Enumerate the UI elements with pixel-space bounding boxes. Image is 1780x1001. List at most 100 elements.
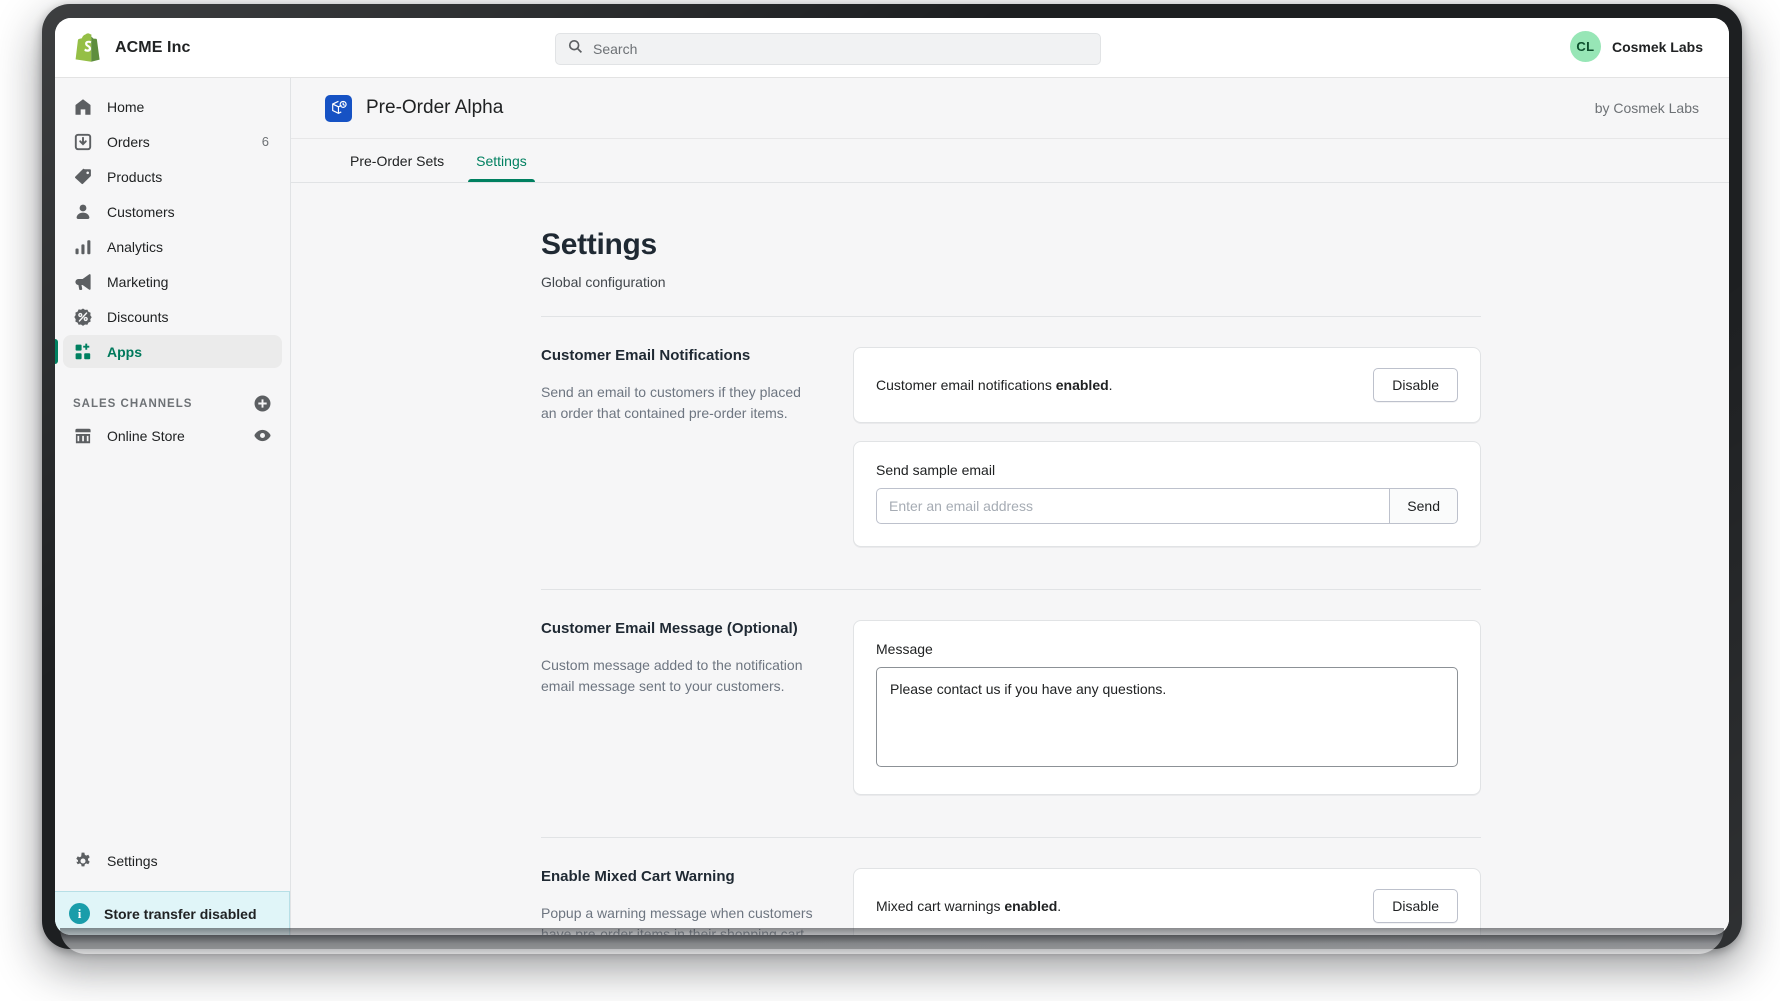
sidebar-item-online-store[interactable]: Online Store xyxy=(63,419,282,452)
view-eye-icon[interactable] xyxy=(253,426,272,445)
app-identity: Pre-Order Alpha xyxy=(325,94,504,122)
sales-channels-title: SALES CHANNELS xyxy=(73,397,193,410)
avatar: CL xyxy=(1569,31,1601,62)
sidebar-item-label: Home xyxy=(107,98,145,115)
sidebar-item-apps[interactable]: Apps xyxy=(55,335,282,368)
analytics-bars-icon xyxy=(73,237,93,257)
user-menu[interactable]: CL Cosmek Labs xyxy=(1569,31,1703,62)
page-title: Settings xyxy=(541,228,657,261)
sales-channels-header: SALES CHANNELS xyxy=(55,370,290,419)
app-tabs: Pre-Order Sets Settings xyxy=(291,139,1729,183)
device-base-shadow xyxy=(60,928,1724,954)
setting-heading: Customer Email Notifications xyxy=(541,347,751,364)
sidebar-item-label: Customers xyxy=(107,203,175,220)
tab-settings[interactable]: Settings xyxy=(460,139,543,182)
settings-label: Settings xyxy=(107,852,158,869)
status-prefix: Mixed cart warnings xyxy=(876,898,1005,914)
sidebar-item-discounts[interactable]: Discounts xyxy=(63,300,282,333)
shopify-bag-icon xyxy=(75,33,101,62)
mixed-cart-status-card: Mixed cart warnings enabled. Disable xyxy=(853,868,1481,935)
message-textarea[interactable]: Please contact us if you have any questi… xyxy=(876,667,1458,767)
discount-percent-icon xyxy=(73,307,93,327)
search-icon xyxy=(568,39,583,59)
setting-heading: Enable Mixed Cart Warning xyxy=(541,868,735,885)
sidebar-item-settings[interactable]: Settings xyxy=(63,844,282,877)
store-transfer-text: Store transfer disabled xyxy=(104,905,257,922)
app-scroll-body: Settings Global configuration Customer E… xyxy=(291,184,1729,935)
sidebar-item-label: Discounts xyxy=(107,308,169,325)
sample-email-input[interactable] xyxy=(876,488,1390,524)
orders-count-badge: 6 xyxy=(261,134,269,149)
screen: ACME Inc Search CL Cosmek Labs Home Orde… xyxy=(55,18,1729,935)
apps-grid-plus-icon xyxy=(73,342,93,362)
sidebar-item-analytics[interactable]: Analytics xyxy=(63,230,282,263)
disable-email-notifications-button[interactable]: Disable xyxy=(1373,368,1458,402)
sidebar-item-label: Orders xyxy=(107,133,150,150)
message-label: Message xyxy=(876,641,933,657)
status-strong: enabled xyxy=(1004,898,1058,914)
search-box[interactable]: Search xyxy=(555,33,1101,65)
device-stage: ACME Inc Search CL Cosmek Labs Home Orde… xyxy=(0,0,1780,1001)
customer-person-icon xyxy=(73,202,93,222)
sample-email-label: Send sample email xyxy=(876,462,996,478)
setting-cards: Mixed cart warnings enabled. Disable xyxy=(853,868,1481,935)
setting-description: Custom message added to the notification… xyxy=(541,657,803,694)
tab-pre-order-sets[interactable]: Pre-Order Sets xyxy=(334,139,460,182)
page-subtitle: Global configuration xyxy=(541,274,666,290)
email-notifications-status-card: Customer email notifications enabled. Di… xyxy=(853,347,1481,423)
setting-block-mixed-cart-warning: Enable Mixed Cart Warning Popup a warnin… xyxy=(541,838,1481,935)
device-frame: ACME Inc Search CL Cosmek Labs Home Orde… xyxy=(42,4,1742,949)
status-prefix: Customer email notifications xyxy=(876,377,1056,393)
channel-label: Online Store xyxy=(107,427,185,444)
global-search[interactable]: Search xyxy=(555,33,1101,65)
product-tag-icon xyxy=(73,167,93,187)
status-text: Mixed cart warnings enabled. xyxy=(876,898,1061,914)
sidebar-item-label: Products xyxy=(107,168,163,185)
sidebar-nav: Home Orders 6 Products Customers Analyti… xyxy=(55,78,290,368)
marketing-megaphone-icon xyxy=(73,272,93,292)
setting-meta: Customer Email Message (Optional) Custom… xyxy=(541,620,813,795)
sidebar-item-customers[interactable]: Customers xyxy=(63,195,282,228)
brand-block[interactable]: ACME Inc xyxy=(55,33,291,62)
setting-block-email-message: Customer Email Message (Optional) Custom… xyxy=(541,590,1481,795)
user-name: Cosmek Labs xyxy=(1611,38,1703,55)
home-icon xyxy=(73,97,93,117)
status-text: Customer email notifications enabled. xyxy=(876,377,1113,393)
sidebar-item-home[interactable]: Home xyxy=(63,90,282,123)
sidebar-item-marketing[interactable]: Marketing xyxy=(63,265,282,298)
status-suffix: . xyxy=(1108,377,1113,393)
orders-inbox-icon xyxy=(73,132,93,152)
app-author: by Cosmek Labs xyxy=(1594,100,1699,116)
embedded-app-region: Pre-Order Alpha by Cosmek Labs Pre-Order… xyxy=(291,78,1729,935)
sidebar-item-products[interactable]: Products xyxy=(63,160,282,193)
send-sample-email-button[interactable]: Send xyxy=(1389,488,1458,524)
status-suffix: . xyxy=(1057,898,1062,914)
global-topbar: ACME Inc Search CL Cosmek Labs xyxy=(55,18,1729,78)
email-message-card: Message Please contact us if you have an… xyxy=(853,620,1481,795)
setting-cards: Customer email notifications enabled. Di… xyxy=(853,347,1481,547)
sidebar-item-orders[interactable]: Orders 6 xyxy=(63,125,282,158)
setting-heading: Customer Email Message (Optional) xyxy=(541,620,798,637)
app-header: Pre-Order Alpha by Cosmek Labs xyxy=(291,78,1729,139)
info-circle-icon: i xyxy=(69,903,90,924)
setting-meta: Customer Email Notifications Send an ema… xyxy=(541,347,813,547)
disable-mixed-cart-warning-button[interactable]: Disable xyxy=(1373,889,1458,923)
app-title: Pre-Order Alpha xyxy=(366,97,504,118)
card-row: Mixed cart warnings enabled. Disable xyxy=(854,869,1480,935)
card-row: Customer email notifications enabled. Di… xyxy=(854,348,1480,422)
sidebar-item-label: Analytics xyxy=(107,238,164,255)
sidebar-item-label: Apps xyxy=(107,343,142,360)
setting-description: Send an email to customers if they place… xyxy=(541,384,801,421)
sidebar-item-label: Marketing xyxy=(107,273,169,290)
sidebar-footer: Settings i Store transfer disabled xyxy=(55,844,290,935)
plus-circle-icon[interactable] xyxy=(253,394,272,413)
primary-sidebar: Home Orders 6 Products Customers Analyti… xyxy=(55,78,291,935)
send-sample-email-card: Send sample email Send xyxy=(853,441,1481,547)
status-strong: enabled xyxy=(1055,377,1109,393)
settings-content: Settings Global configuration Customer E… xyxy=(541,184,1481,935)
search-placeholder-text: Search xyxy=(593,41,638,57)
card-body: Send sample email Send xyxy=(854,442,1480,546)
gear-icon xyxy=(73,851,93,871)
preorder-box-clock-icon xyxy=(325,94,352,122)
card-body: Message Please contact us if you have an… xyxy=(854,621,1480,794)
